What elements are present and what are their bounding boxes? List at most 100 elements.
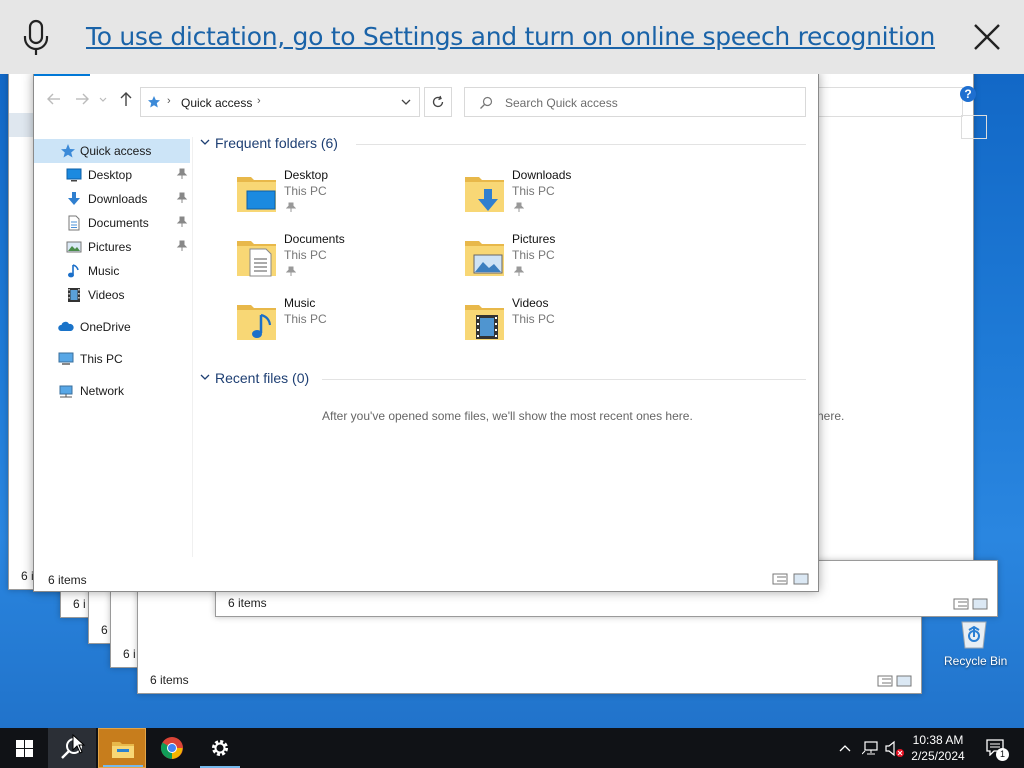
sidebar-item-network[interactable]: Network xyxy=(34,379,190,403)
show-hidden-icons-chevron-icon[interactable] xyxy=(838,741,852,755)
sidebar-item-videos[interactable]: Videos xyxy=(34,283,190,307)
windows-logo-icon xyxy=(16,740,33,757)
taskbar-file-explorer[interactable] xyxy=(98,728,146,768)
search-icon xyxy=(480,96,493,109)
status-text: 6 i xyxy=(73,597,86,611)
volume-muted-icon[interactable] xyxy=(884,740,906,758)
microphone-icon xyxy=(23,19,49,55)
breadcrumb-separator-icon[interactable]: › xyxy=(167,95,171,107)
status-text: 6 i xyxy=(123,647,136,661)
network-icon[interactable] xyxy=(862,740,880,756)
folder-location: This PC xyxy=(284,248,327,262)
sidebar-item-desktop[interactable]: Desktop xyxy=(34,163,190,187)
back-arrow-icon[interactable] xyxy=(46,91,62,107)
folder-name: Music xyxy=(284,296,316,310)
taskbar-chrome[interactable] xyxy=(148,728,196,768)
status-bar-text: 6 items xyxy=(48,573,87,587)
sidebar-item-downloads[interactable]: Downloads xyxy=(34,187,190,211)
section-divider xyxy=(356,144,806,145)
folder-music[interactable]: Music This PC xyxy=(236,295,436,353)
folder-videos[interactable]: Videos This PC xyxy=(464,295,664,353)
view-toggle-icons[interactable] xyxy=(953,598,989,610)
sidebar-item-label: Documents xyxy=(88,216,149,230)
status-text: 6 items xyxy=(228,596,267,610)
address-bar[interactable]: › Quick access › xyxy=(140,87,420,117)
download-icon xyxy=(68,192,80,205)
taskbar-settings[interactable] xyxy=(196,728,244,768)
address-location[interactable]: Quick access xyxy=(181,96,252,110)
svg-text:?: ? xyxy=(964,87,971,101)
sidebar-item-music[interactable]: Music xyxy=(34,259,190,283)
dictation-settings-link[interactable]: To use dictation, go to Settings and tur… xyxy=(86,22,935,51)
forward-arrow-icon[interactable] xyxy=(74,91,90,107)
folder-pictures[interactable]: Pictures This PC xyxy=(464,231,664,289)
breadcrumb-separator-icon[interactable]: › xyxy=(257,95,261,107)
help-icon[interactable]: ? xyxy=(959,85,977,103)
folder-location: This PC xyxy=(284,312,327,326)
recent-files-header[interactable]: Recent files (0) xyxy=(200,370,309,386)
start-button[interactable] xyxy=(0,728,48,768)
frequent-folders-header[interactable]: Frequent folders (6) xyxy=(200,135,338,151)
status-text: 6 items xyxy=(150,673,189,687)
pin-icon xyxy=(514,266,524,276)
view-toggle-icons[interactable] xyxy=(772,573,810,585)
folder-name: Documents xyxy=(284,232,345,246)
folder-location: This PC xyxy=(284,184,327,198)
recycle-bin-icon xyxy=(961,621,987,649)
sidebar-item-label: Pictures xyxy=(88,240,132,254)
sidebar-selection xyxy=(9,113,35,137)
chrome-icon xyxy=(160,737,183,759)
cloud-icon xyxy=(58,321,74,331)
sidebar-item-label: Music xyxy=(88,264,120,278)
folder-pictures-icon xyxy=(465,241,504,276)
pin-icon[interactable] xyxy=(176,192,188,204)
recycle-bin[interactable]: Recycle Bin xyxy=(940,612,1012,672)
explorer-window[interactable]: › Quick access › Search Quick access Qui… xyxy=(33,72,819,592)
folder-location: This PC xyxy=(512,312,555,326)
view-toggle-icons[interactable] xyxy=(877,675,913,687)
desktop-icon xyxy=(66,168,82,182)
up-arrow-icon[interactable] xyxy=(118,91,134,107)
folder-name: Downloads xyxy=(512,168,572,182)
navigation-bar: › Quick access › Search Quick access xyxy=(34,73,818,117)
sidebar-item-label: Quick access xyxy=(80,144,152,158)
folder-location: This PC xyxy=(512,184,555,198)
refresh-icon xyxy=(432,95,444,108)
sidebar-item-this-pc[interactable]: This PC xyxy=(34,347,190,371)
mouse-cursor-icon xyxy=(72,734,86,754)
recent-locations-chevron-icon[interactable] xyxy=(98,91,108,107)
gear-icon xyxy=(212,740,228,756)
document-icon xyxy=(68,215,80,231)
address-dropdown-chevron-icon[interactable] xyxy=(401,98,411,106)
folder-name: Videos xyxy=(512,296,549,310)
section-title: Recent files (0) xyxy=(215,370,310,386)
folder-desktop[interactable]: Desktop This PC xyxy=(236,167,436,225)
sidebar-item-label: Videos xyxy=(88,288,125,302)
sidebar-item-label: Downloads xyxy=(88,192,148,206)
search-input[interactable]: Search Quick access xyxy=(464,87,806,117)
search-placeholder: Search Quick access xyxy=(505,96,618,110)
sidebar-item-onedrive[interactable]: OneDrive xyxy=(34,315,190,339)
sidebar-item-label: OneDrive xyxy=(80,320,131,334)
pin-icon[interactable] xyxy=(176,168,188,180)
sidebar-item-pictures[interactable]: Pictures xyxy=(34,235,190,259)
network-icon xyxy=(59,385,73,398)
refresh-button[interactable] xyxy=(424,87,452,117)
folder-documents[interactable]: Documents This PC xyxy=(236,231,436,289)
sidebar-item-documents[interactable]: Documents xyxy=(34,211,190,235)
pin-icon[interactable] xyxy=(176,216,188,228)
sidebar-item-quick-access[interactable]: Quick access xyxy=(34,139,190,163)
folder-downloads-icon xyxy=(465,177,504,212)
folder-location: This PC xyxy=(512,248,555,262)
pin-icon[interactable] xyxy=(176,240,188,252)
folder-downloads[interactable]: Downloads This PC xyxy=(464,167,664,225)
chevron-down-icon xyxy=(200,139,210,145)
system-clock[interactable]: 10:38 AM 2/25/2024 xyxy=(904,732,972,764)
status-text: 6 i xyxy=(21,569,34,583)
recent-empty-text-fragment: here. xyxy=(817,409,845,423)
quick-access-star-icon xyxy=(148,96,160,108)
videos-icon xyxy=(68,288,80,302)
close-icon[interactable] xyxy=(968,18,1006,56)
action-center-button[interactable]: 1 xyxy=(980,728,1020,768)
folder-name: Desktop xyxy=(284,168,329,182)
